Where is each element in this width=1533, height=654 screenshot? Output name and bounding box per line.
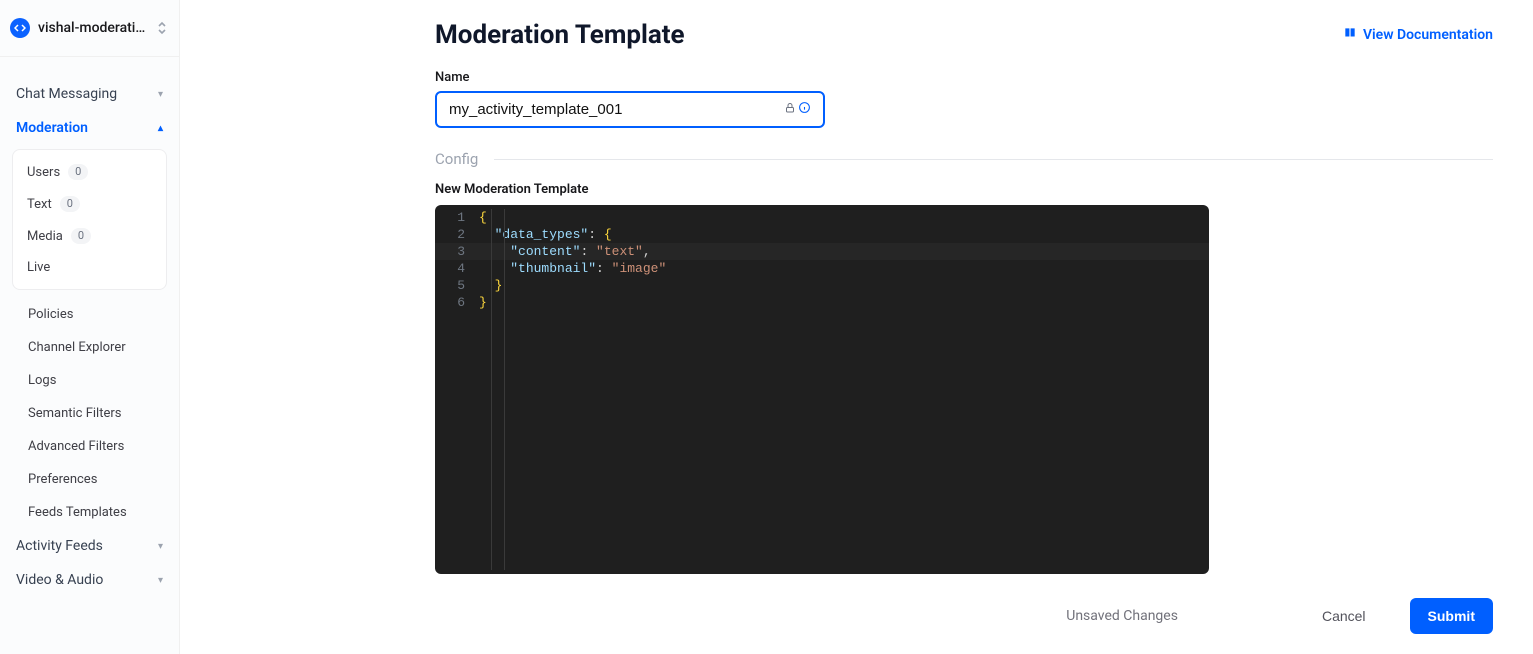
input-icons: [784, 101, 811, 118]
name-field: Name: [435, 70, 1493, 128]
name-input-wrap: [435, 91, 825, 128]
code-line: 1{: [435, 209, 1209, 226]
code-content: "data_types": {: [479, 226, 1209, 243]
line-number: 1: [435, 209, 479, 226]
subnav-media[interactable]: Media 0: [15, 220, 164, 252]
subnav-channel-explorer[interactable]: Channel Explorer: [8, 331, 171, 364]
unsaved-status: Unsaved Changes: [1066, 608, 1178, 624]
code-line: 5 }: [435, 277, 1209, 294]
nav-label: Activity Feeds: [16, 538, 103, 554]
code-content: "thumbnail": "image": [479, 260, 1209, 277]
subnav-text[interactable]: Text 0: [15, 188, 164, 220]
nav-video-audio[interactable]: Video & Audio ▾: [8, 563, 171, 597]
form-footer: Unsaved Changes Cancel Submit: [435, 598, 1493, 634]
submit-button[interactable]: Submit: [1410, 598, 1493, 634]
config-label: Config: [435, 150, 478, 168]
line-number: 2: [435, 226, 479, 243]
code-content: "content": "text",: [479, 243, 1209, 260]
code-content: }: [479, 294, 1209, 311]
subnav-label: Live: [27, 260, 50, 275]
subnav-label: Text: [27, 197, 52, 212]
view-documentation-link[interactable]: View Documentation: [1343, 26, 1493, 44]
json-editor[interactable]: 1{2 "data_types": {3 "content": "text",4…: [435, 205, 1209, 574]
editor-title: New Moderation Template: [435, 182, 1493, 197]
chevron-down-icon: ▾: [158, 575, 163, 586]
subnav-preferences[interactable]: Preferences: [8, 463, 171, 496]
sidebar: vishal-moderatio... Chat Messaging ▾ Mod…: [0, 0, 180, 654]
line-number: 3: [435, 243, 479, 260]
count-badge: 0: [68, 164, 88, 180]
code-line: 6}: [435, 294, 1209, 311]
moderation-subnav-card: Users 0 Text 0 Media 0 Live: [12, 149, 167, 290]
info-icon[interactable]: [798, 101, 811, 118]
chevron-down-icon: ▾: [158, 541, 163, 552]
nav-label: Video & Audio: [16, 572, 103, 588]
code-line: 3 "content": "text",: [435, 243, 1209, 260]
subnav-logs[interactable]: Logs: [8, 364, 171, 397]
cancel-button[interactable]: Cancel: [1304, 598, 1384, 634]
subnav-semantic-filters[interactable]: Semantic Filters: [8, 397, 171, 430]
subnav-advanced-filters[interactable]: Advanced Filters: [8, 430, 171, 463]
line-number: 6: [435, 294, 479, 311]
nav-moderation[interactable]: Moderation ▴: [8, 111, 171, 145]
doc-link-label: View Documentation: [1363, 27, 1493, 43]
app-switch-icon: [157, 21, 167, 36]
count-badge: 0: [60, 196, 80, 212]
main-header: Moderation Template View Documentation: [435, 20, 1493, 50]
line-number: 4: [435, 260, 479, 277]
subnav-feeds-templates[interactable]: Feeds Templates: [8, 496, 171, 529]
subnav-label: Media: [27, 229, 63, 244]
subnav-users[interactable]: Users 0: [15, 156, 164, 188]
code-line: 2 "data_types": {: [435, 226, 1209, 243]
code-line: 4 "thumbnail": "image": [435, 260, 1209, 277]
count-badge: 0: [71, 228, 91, 244]
name-label: Name: [435, 70, 1493, 85]
code-content: }: [479, 277, 1209, 294]
subnav-live[interactable]: Live: [15, 252, 164, 283]
name-input[interactable]: [449, 101, 778, 118]
chevron-down-icon: ▾: [158, 89, 163, 100]
nav-label: Moderation: [16, 120, 88, 136]
subnav-label: Users: [27, 165, 60, 180]
book-icon: [1343, 26, 1357, 44]
config-section-header: Config: [435, 150, 1493, 168]
subnav-policies[interactable]: Policies: [8, 298, 171, 331]
code-content: {: [479, 209, 1209, 226]
sidebar-nav: Chat Messaging ▾ Moderation ▴ Users 0 Te…: [0, 57, 179, 605]
app-switcher[interactable]: vishal-moderatio...: [0, 0, 179, 57]
nav-chat-messaging[interactable]: Chat Messaging ▾: [8, 77, 171, 111]
page-title: Moderation Template: [435, 20, 685, 50]
main-content: Moderation Template View Documentation N…: [180, 0, 1533, 654]
lock-icon: [784, 102, 796, 118]
nav-label: Chat Messaging: [16, 86, 117, 102]
chevron-up-icon: ▴: [158, 123, 163, 134]
line-number: 5: [435, 277, 479, 294]
app-icon: [10, 18, 30, 38]
nav-activity-feeds[interactable]: Activity Feeds ▾: [8, 529, 171, 563]
divider-line: [494, 159, 1493, 160]
app-name: vishal-moderatio...: [38, 20, 149, 36]
